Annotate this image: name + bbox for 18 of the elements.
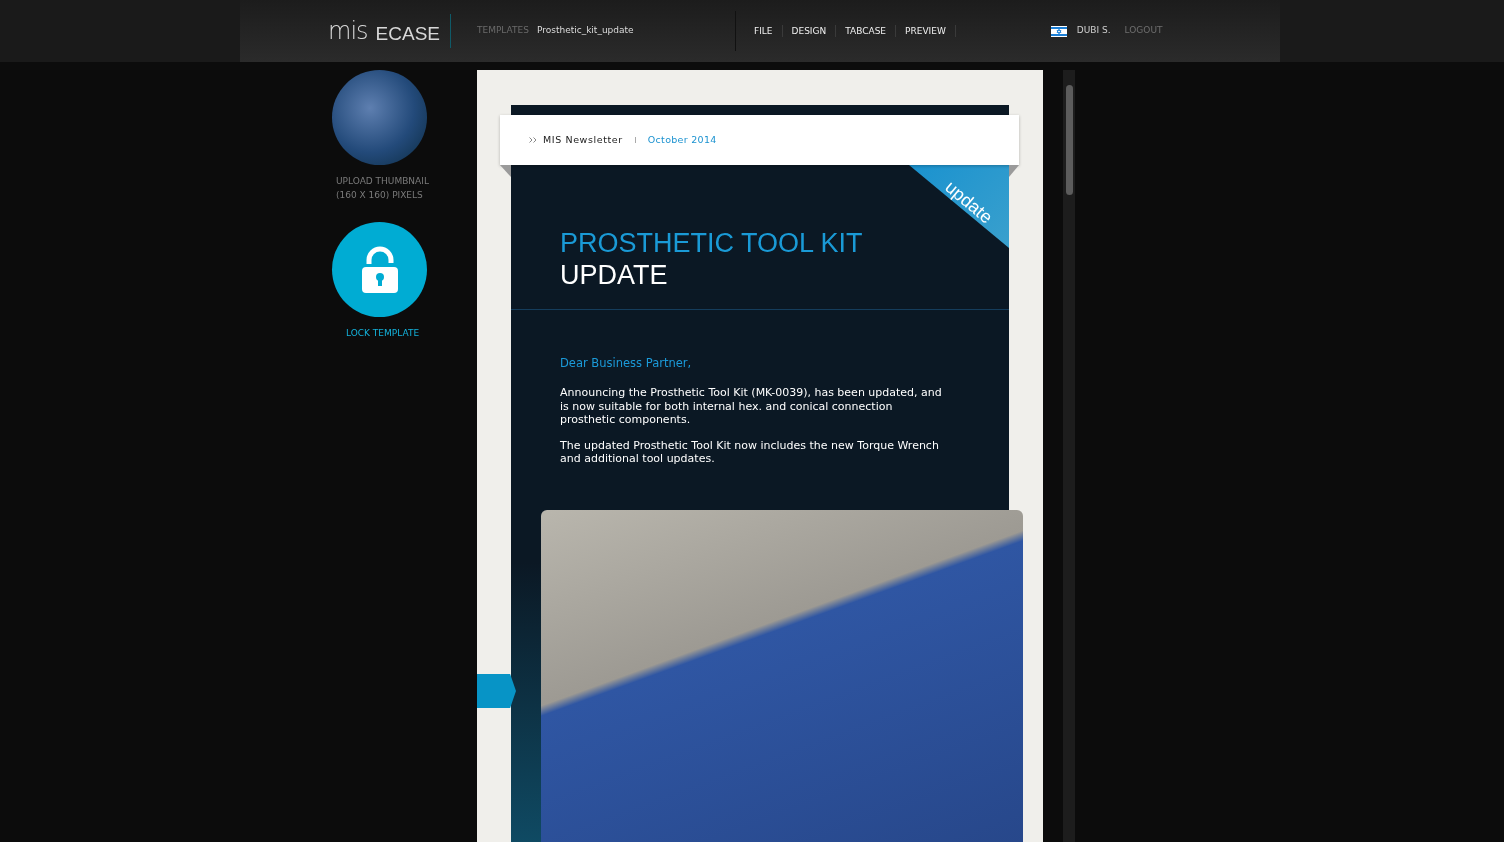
logo-name[interactable]: ECASE: [375, 24, 440, 43]
newsletter-title: PROSTHETIC TOOL KIT: [560, 227, 864, 259]
body-paragraph: The updated Prosthetic Tool Kit now includes the new Torque Wrench and additional tool updates.: [560, 438, 940, 466]
menu-item[interactable]: TABCASE: [836, 25, 897, 37]
logo-mark[interactable]: mis: [328, 19, 368, 43]
menu-item[interactable]: FILE: [745, 25, 783, 37]
greeting-text: Dear Business Partner,: [560, 355, 693, 372]
menu-item[interactable]: DESIGN: [782, 25, 837, 37]
breadcrumb-label: TEMPLATES: [477, 24, 529, 38]
upload-caption: UPLOAD THUMBNAIL (160 X 160) PIXELS: [336, 175, 430, 202]
body-paragraph: Announcing the Prosthetic Tool Kit (MK-0039), has been updated, and is now suitable for both internal hex. and conical connection prosthetic components.: [560, 386, 943, 427]
newsletter-subtitle: UPDATE: [560, 259, 669, 291]
menu-item[interactable]: PREVIEW: [896, 25, 956, 37]
user-name: DUBI S.: [1076, 24, 1111, 38]
publication-name: MIS Newsletter: [543, 132, 623, 147]
template-name: Prosthetic_kit_update: [536, 24, 634, 38]
lock-template-button[interactable]: LOCK TEMPLATE: [346, 327, 420, 341]
issue-date: October 2014: [647, 132, 717, 147]
